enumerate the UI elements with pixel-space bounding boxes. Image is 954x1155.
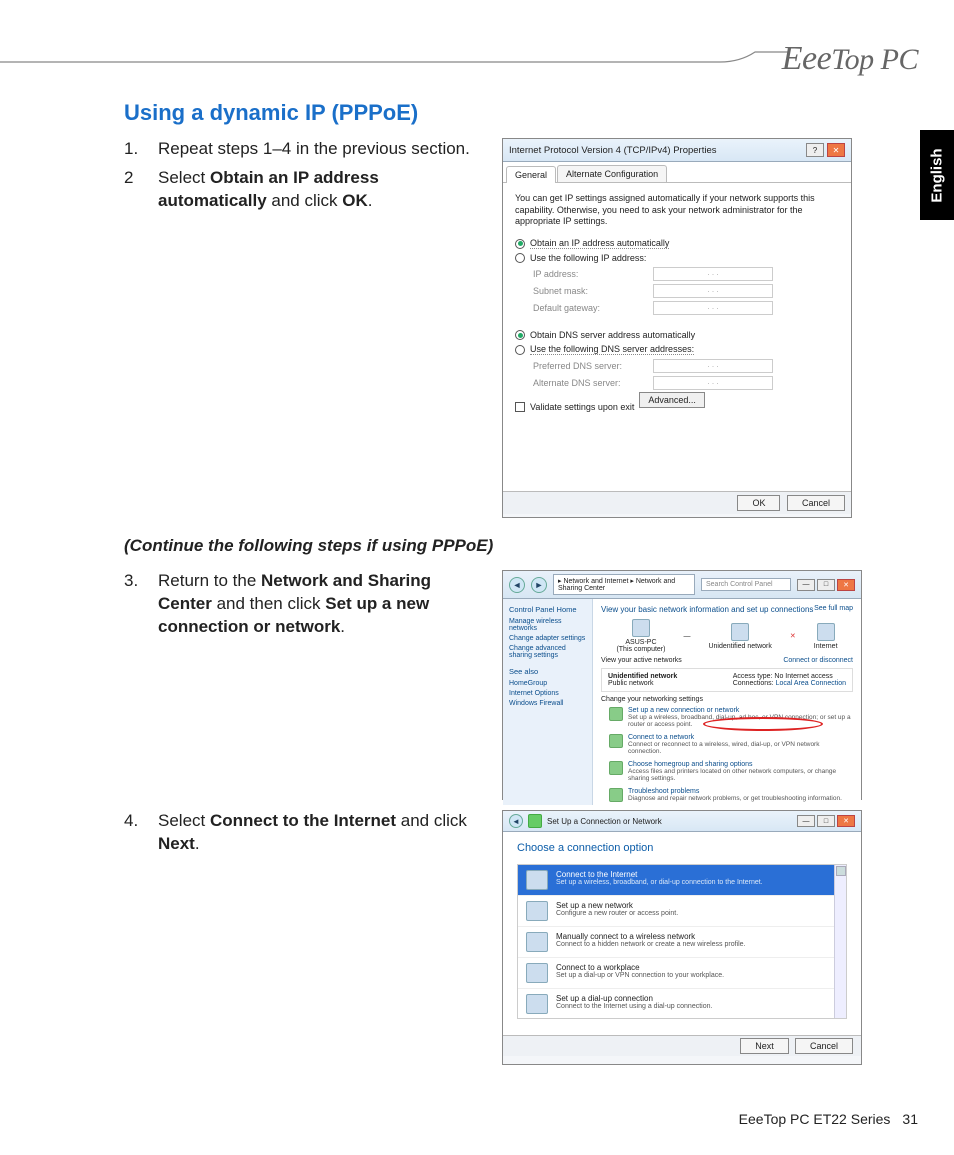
close-button[interactable]: ✕ [827, 143, 845, 157]
connect-icon [609, 734, 623, 748]
step-3: 3. Return to the Network and Sharing Cen… [124, 570, 484, 639]
option-setup-new-connection[interactable]: Set up a new connection or networkSet up… [601, 705, 853, 732]
internet-icon [526, 870, 548, 890]
screenshot-setup-connection: ◄ Set Up a Connection or Network — □ ✕ C… [502, 810, 862, 1065]
screenshot-ipv4-properties: Internet Protocol Version 4 (TCP/IPv4) P… [502, 138, 852, 518]
dialog-title: Internet Protocol Version 4 (TCP/IPv4) P… [509, 145, 717, 156]
option-homegroup[interactable]: Choose homegroup and sharing optionsAcce… [601, 759, 853, 786]
option-dialup[interactable]: Set up a dial-up connectionConnect to th… [518, 989, 846, 1019]
radio-obtain-ip-auto[interactable] [515, 239, 525, 249]
gateway-field[interactable]: . . . [653, 301, 773, 315]
option-connect-internet[interactable]: Connect to the InternetSet up a wireless… [518, 865, 846, 896]
minimize-button[interactable]: — [797, 815, 815, 827]
wizard-icon [609, 707, 623, 721]
page-footer: EeeTop PC ET22 Series31 [739, 1111, 918, 1127]
option-workplace[interactable]: Connect to a workplaceSet up a dial-up o… [518, 958, 846, 989]
link-local-area-connection[interactable]: Local Area Connection [776, 680, 846, 687]
nav-back-icon[interactable]: ◄ [509, 577, 525, 593]
breadcrumb[interactable]: ▸ Network and Internet ▸ Network and Sha… [553, 574, 695, 595]
dialog-prompt: Choose a connection option [517, 842, 847, 854]
nav-fwd-icon[interactable]: ► [531, 577, 547, 593]
tab-alternate[interactable]: Alternate Configuration [557, 165, 667, 182]
radio-use-dns[interactable] [515, 345, 525, 355]
alternate-dns-field[interactable]: . . . [653, 376, 773, 390]
tab-general[interactable]: General [506, 166, 556, 183]
link-advanced-sharing[interactable]: Change advanced sharing settings [509, 645, 586, 659]
link-windows-firewall[interactable]: Windows Firewall [509, 700, 586, 707]
next-button[interactable]: Next [740, 1038, 789, 1054]
option-setup-network[interactable]: Set up a new networkConfigure a new rout… [518, 896, 846, 927]
link-homegroup[interactable]: HomeGroup [509, 680, 586, 687]
maximize-button[interactable]: □ [817, 815, 835, 827]
link-see-full-map[interactable]: See full map [814, 605, 853, 612]
network-icon [731, 623, 749, 641]
dialog-title: Set Up a Connection or Network [547, 817, 662, 826]
screenshot-network-sharing-center: ◄ ► ▸ Network and Internet ▸ Network and… [502, 570, 862, 800]
section-title: Using a dynamic IP (PPPoE) [124, 100, 914, 126]
subnet-mask-field[interactable]: . . . [653, 284, 773, 298]
cancel-button[interactable]: Cancel [787, 495, 845, 511]
help-button[interactable]: ? [806, 143, 824, 157]
link-internet-options[interactable]: Internet Options [509, 690, 586, 697]
phone-icon [526, 994, 548, 1014]
ip-address-field[interactable]: . . . [653, 267, 773, 281]
close-button[interactable]: ✕ [837, 579, 855, 591]
ok-button[interactable]: OK [737, 495, 780, 511]
preferred-dns-field[interactable]: . . . [653, 359, 773, 373]
search-input[interactable]: Search Control Panel [701, 578, 791, 591]
radio-use-ip[interactable] [515, 253, 525, 263]
option-troubleshoot[interactable]: Troubleshoot problemsDiagnose and repair… [601, 786, 853, 806]
dialog-description: You can get IP settings assigned automat… [515, 193, 839, 228]
continue-subhead: (Continue the following steps if using P… [124, 536, 914, 556]
step-1: 1. Repeat steps 1–4 in the previous sect… [124, 138, 484, 161]
troubleshoot-icon [609, 788, 623, 802]
link-change-adapter[interactable]: Change adapter settings [509, 635, 586, 642]
validate-checkbox[interactable] [515, 402, 525, 412]
share-icon [609, 761, 623, 775]
brand-logo: EeeTop PC [782, 40, 918, 78]
step-4: 4. Select Connect to the Internet and cl… [124, 810, 484, 856]
nav-back-icon[interactable]: ◄ [509, 814, 523, 828]
wizard-icon [528, 814, 542, 828]
step-2: 2 Select Obtain an IP address automatica… [124, 167, 484, 213]
advanced-button[interactable]: Advanced... [639, 392, 705, 408]
building-icon [526, 963, 548, 983]
wifi-icon [526, 932, 548, 952]
cancel-button[interactable]: Cancel [795, 1038, 853, 1054]
link-manage-wireless[interactable]: Manage wireless networks [509, 618, 586, 632]
computer-icon [632, 619, 650, 637]
option-manual-wireless[interactable]: Manually connect to a wireless networkCo… [518, 927, 846, 958]
maximize-button[interactable]: □ [817, 579, 835, 591]
link-connect-disconnect[interactable]: Connect or disconnect [783, 657, 853, 664]
minimize-button[interactable]: — [797, 579, 815, 591]
router-icon [526, 901, 548, 921]
scrollbar[interactable] [834, 865, 846, 1018]
option-connect-network[interactable]: Connect to a networkConnect or reconnect… [601, 732, 853, 759]
language-tab: English [920, 130, 954, 220]
radio-obtain-dns-auto[interactable] [515, 330, 525, 340]
globe-icon [817, 623, 835, 641]
close-button[interactable]: ✕ [837, 815, 855, 827]
